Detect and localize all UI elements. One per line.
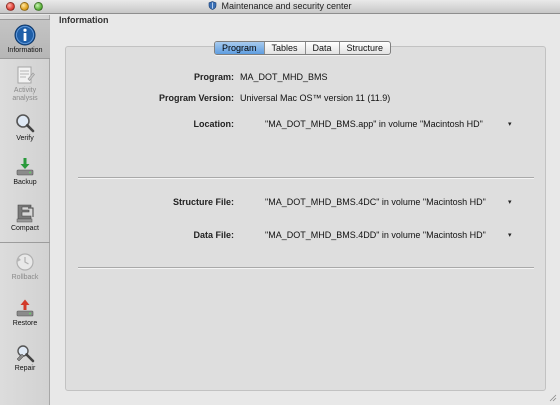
backup-icon [16, 158, 34, 176]
resize-grip-icon[interactable] [548, 393, 557, 402]
sidebar-item-label: Repair [14, 365, 36, 372]
sidebar-item-compact[interactable]: Compact [0, 202, 50, 233]
sidebar-item-label: Backup [13, 179, 37, 186]
sidebar-item-label: Information [7, 47, 43, 54]
repair-icon [16, 345, 35, 363]
compact-icon [16, 204, 34, 223]
tab-program[interactable]: Program [215, 42, 264, 54]
activity-analysis-icon [17, 66, 35, 84]
structure-file-popup-arrow-icon[interactable]: ▾ [508, 198, 512, 206]
program-value: MA_DOT_MHD_BMS [240, 72, 328, 82]
location-popup[interactable]: "MA_DOT_MHD_BMS.app" in volume "Macintos… [265, 119, 483, 129]
tab-data[interactable]: Data [304, 42, 339, 54]
tab-bar: Program Tables Data Structure [214, 41, 392, 55]
sidebar-item-backup[interactable]: Backup [0, 156, 50, 187]
section-title: Information [59, 15, 109, 25]
tab-structure[interactable]: Structure [338, 42, 391, 54]
sidebar-item-verify[interactable]: Verify [0, 112, 50, 143]
divider [78, 267, 534, 268]
data-file-popup[interactable]: "MA_DOT_MHD_BMS.4DD" in volume "Macintos… [265, 230, 486, 240]
sidebar-item-label: Restore [12, 320, 38, 327]
information-icon [14, 24, 36, 46]
location-label: Location: [193, 119, 235, 129]
data-file-popup-arrow-icon[interactable]: ▾ [508, 231, 512, 239]
sidebar-item-information[interactable]: Information [0, 19, 50, 59]
program-label: Program: [193, 72, 234, 82]
tab-tables[interactable]: Tables [263, 42, 305, 54]
title-bar: Maintenance and security center [0, 0, 560, 14]
sidebar-divider [0, 242, 50, 243]
sidebar-item-label: Compact [10, 225, 39, 232]
sidebar: Information Activity analysis Verify Bac… [0, 15, 50, 405]
sidebar-item-label: Activity analysis [12, 87, 38, 102]
sidebar-item-label: Rollback [11, 274, 39, 281]
structure-file-popup[interactable]: "MA_DOT_MHD_BMS.4DC" in volume "Macintos… [265, 197, 486, 207]
window-title: Maintenance and security center [221, 1, 352, 11]
rollback-icon [16, 253, 34, 271]
sidebar-item-label: Verify [16, 135, 34, 142]
magnifier-icon [16, 114, 35, 133]
location-popup-arrow-icon[interactable]: ▾ [508, 120, 512, 128]
structure-file-label: Structure File: [172, 197, 234, 207]
program-version-value: Universal Mac OS™ version 11 (11.9) [240, 93, 391, 103]
restore-icon [16, 299, 34, 317]
program-version-label: Program Version: [158, 93, 234, 103]
shield-icon [209, 1, 217, 10]
divider [78, 177, 534, 178]
sidebar-item-activity-analysis[interactable]: Activity analysis [0, 64, 50, 103]
window-title-container: Maintenance and security center [0, 1, 560, 11]
data-file-label: Data File: [193, 230, 234, 240]
sidebar-item-rollback[interactable]: Rollback [0, 251, 50, 282]
sidebar-item-restore[interactable]: Restore [0, 297, 50, 328]
sidebar-item-repair[interactable]: Repair [0, 342, 50, 373]
